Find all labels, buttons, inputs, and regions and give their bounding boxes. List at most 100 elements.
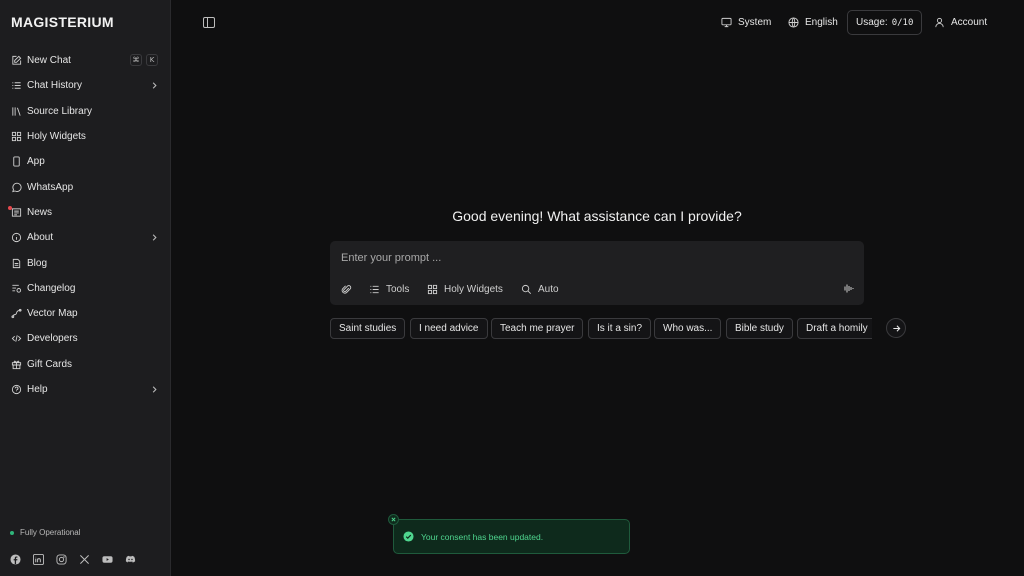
toast-message: Your consent has been updated. [421, 531, 544, 542]
whatsapp-icon [11, 182, 22, 193]
sidebar-item-label: Help [27, 384, 48, 395]
auto-search-button[interactable]: Auto [521, 282, 559, 296]
account-button[interactable]: Account [934, 10, 987, 35]
arrow-right-icon [892, 324, 900, 332]
sidebar-item-new-chat[interactable]: New Chat ⌘ K [4, 48, 166, 73]
document-icon [11, 258, 22, 269]
sidebar-item-label: Developers [27, 333, 78, 345]
sidebar-item-news[interactable]: News [4, 200, 166, 225]
tools-button[interactable]: Tools [369, 282, 409, 296]
newspaper-icon [11, 207, 22, 218]
suggestion-chip[interactable]: Bible study [726, 318, 793, 339]
code-icon [11, 333, 22, 344]
language-label: English [805, 17, 838, 28]
prompt-input[interactable] [341, 249, 841, 267]
sidebar-item-developers[interactable]: Developers [4, 326, 166, 351]
shortcut-key-k: K [146, 54, 158, 66]
close-icon [391, 517, 396, 522]
search-icon [521, 284, 532, 294]
app-logo[interactable]: MAGISTERIUM [11, 14, 114, 30]
status-dot [10, 530, 14, 535]
sidebar-item-chat-history[interactable]: Chat History [4, 73, 166, 98]
sidebar-item-label: New Chat [27, 55, 71, 67]
sidebar-item-holy-widgets[interactable]: Holy Widgets [4, 124, 166, 149]
account-label: Account [951, 17, 988, 28]
vector-map-icon [11, 308, 22, 319]
toast-close-button[interactable] [388, 514, 399, 525]
sidebar-item-label: Gift Cards [27, 358, 73, 370]
suggestion-chip[interactable]: Saint studies [330, 318, 406, 339]
news-badge [8, 205, 12, 210]
linkedin-icon[interactable] [33, 554, 44, 565]
user-icon [935, 17, 944, 28]
sidebar-item-label: News [27, 206, 53, 218]
sidebar-item-source-library[interactable]: Source Library [4, 99, 166, 124]
social-links [10, 554, 136, 565]
suggestion-chip[interactable]: Draft a homily [797, 318, 872, 339]
suggestion-chips: Saint studies I need advice Teach me pra… [330, 318, 872, 340]
facebook-icon[interactable] [10, 554, 21, 565]
gift-icon [11, 359, 22, 370]
greeting-heading: Good evening! What assistance can I prov… [452, 208, 742, 224]
sidebar-item-label: Vector Map [27, 308, 78, 320]
suggestion-chip[interactable]: Who was... [654, 318, 722, 339]
sidebar-item-label: Blog [27, 257, 48, 269]
suggestion-chip[interactable]: Teach me prayer [491, 318, 584, 339]
sidebar-item-gift-cards[interactable]: Gift Cards [4, 352, 166, 377]
globe-icon [788, 17, 799, 28]
monitor-icon [721, 17, 732, 28]
tools-icon [370, 285, 379, 293]
chevron-right-icon [152, 386, 157, 393]
auto-label: Auto [538, 283, 559, 295]
widgets-label: Holy Widgets [444, 283, 503, 295]
voice-waveform-icon[interactable] [842, 283, 854, 294]
usage-label: Usage: [856, 17, 888, 28]
suggestion-chip[interactable]: I need advice [410, 318, 488, 339]
status-text: Fully Operational [20, 528, 81, 537]
x-twitter-icon[interactable] [79, 554, 90, 565]
holy-widgets-button[interactable]: Holy Widgets [427, 282, 503, 296]
suggestion-chip[interactable]: Is it a sin? [588, 318, 652, 339]
instagram-icon[interactable] [56, 554, 67, 565]
youtube-icon[interactable] [102, 554, 113, 565]
sidebar-item-whatsapp[interactable]: WhatsApp [4, 174, 166, 199]
usage-indicator[interactable]: Usage: 0/10 [847, 10, 923, 35]
sidebar-item-label: About [27, 232, 54, 244]
grid-icon [11, 131, 22, 142]
chips-next-button[interactable] [886, 318, 906, 338]
sidebar-item-label: Source Library [27, 105, 93, 117]
usage-value: 0/10 [891, 17, 914, 28]
help-icon [11, 384, 22, 395]
sidebar-item-app[interactable]: App [4, 149, 166, 174]
chevron-right-icon [152, 82, 157, 89]
sidebar-item-changelog[interactable]: Changelog [4, 276, 166, 301]
prompt-box: Tools Holy Widgets Auto [330, 241, 864, 305]
library-icon [11, 106, 22, 117]
language-button[interactable]: English [788, 10, 838, 35]
shortcut-key-cmd: ⌘ [130, 54, 142, 66]
paperclip-icon [341, 284, 352, 294]
theme-system-button[interactable]: System [721, 10, 771, 35]
system-status[interactable]: Fully Operational [10, 528, 80, 537]
sidebar-item-vector-map[interactable]: Vector Map [4, 301, 166, 326]
sidebar-item-about[interactable]: About [4, 225, 166, 250]
history-icon [11, 80, 22, 91]
consent-toast: Your consent has been updated. [388, 514, 630, 554]
sidebar: MAGISTERIUM New Chat ⌘ K Chat History So… [0, 0, 171, 576]
sidebar-item-label: Chat History [27, 80, 83, 92]
sidebar-item-help[interactable]: Help [4, 377, 166, 402]
sidebar-nav: New Chat ⌘ K Chat History Source Library… [4, 48, 166, 402]
attach-button[interactable] [341, 282, 358, 296]
sidebar-item-label: Holy Widgets [27, 131, 86, 143]
changelog-icon [11, 283, 22, 294]
check-circle-icon [403, 531, 414, 542]
system-label: System [738, 17, 772, 28]
discord-icon[interactable] [125, 554, 136, 565]
sidebar-item-label: WhatsApp [27, 181, 74, 193]
sidebar-item-label: App [27, 156, 45, 168]
phone-icon [11, 156, 22, 167]
grid-icon [427, 284, 438, 294]
sidebar-item-label: Changelog [27, 282, 76, 294]
sidebar-item-blog[interactable]: Blog [4, 250, 166, 275]
sidebar-toggle-icon[interactable] [203, 17, 215, 28]
